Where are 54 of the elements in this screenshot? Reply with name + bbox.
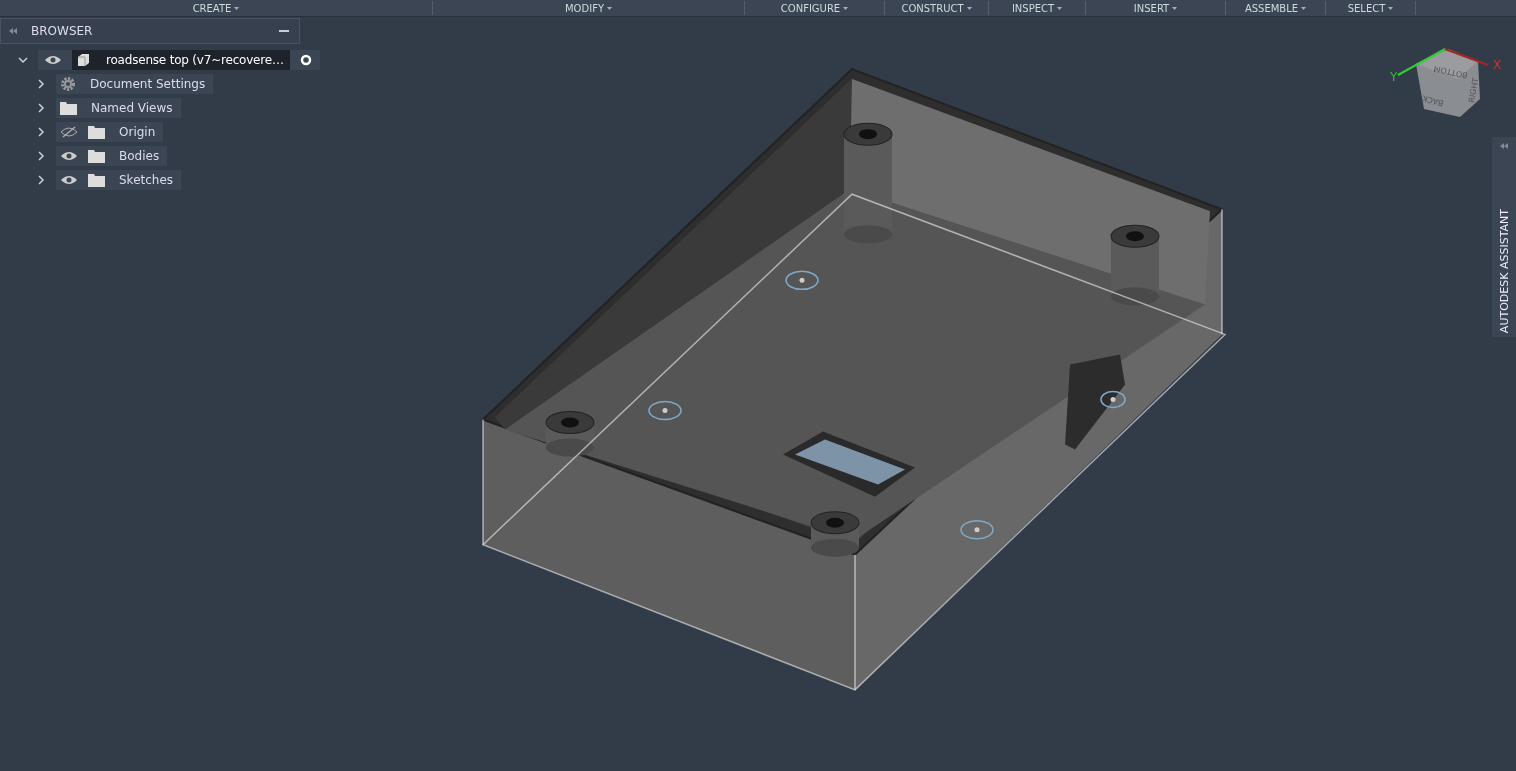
tree-item-label: Document Settings: [89, 77, 206, 91]
chevron-icon[interactable]: [36, 175, 46, 185]
folder-icon: [88, 149, 105, 163]
toolbar-menu[interactable]: SELECT: [1326, 1, 1416, 15]
caret-icon: [1057, 6, 1063, 10]
chevron-icon[interactable]: [36, 151, 46, 161]
side-panel-title: AUTODESK ASSISTANT: [1497, 209, 1511, 334]
eye-icon[interactable]: [60, 150, 78, 162]
tree-item[interactable]: Sketches: [56, 170, 182, 190]
side-panel[interactable]: AUTODESK ASSISTANT: [1492, 137, 1516, 337]
toolbar-menu[interactable]: INSERT: [1086, 1, 1226, 15]
caret-icon: [1388, 6, 1394, 10]
toolbar-menu[interactable]: CONSTRUCT: [885, 1, 989, 15]
folder-icon: [60, 101, 77, 115]
y-axis-label: Y: [1390, 70, 1398, 84]
chevron-icon[interactable]: [36, 103, 46, 113]
tree-item[interactable]: Named Views: [56, 98, 181, 118]
collapse-icon[interactable]: [9, 28, 17, 34]
toolbar-menu[interactable]: ASSEMBLE: [1226, 1, 1326, 15]
tree-item-label: Bodies: [118, 149, 160, 163]
hidden-eye-icon[interactable]: [60, 126, 78, 138]
caret-icon: [966, 6, 972, 10]
tree-item[interactable]: Document Settings: [56, 74, 214, 94]
caret-icon: [1301, 6, 1307, 10]
tree-item[interactable]: Origin: [56, 122, 164, 142]
x-axis-line: [1444, 48, 1489, 66]
chevron-icon[interactable]: [36, 127, 46, 137]
cube-icon: [76, 53, 90, 67]
cube-face-label: BOTTOM: [1432, 63, 1469, 80]
caret-icon: [234, 6, 240, 10]
caret-icon: [1172, 6, 1178, 10]
expand-icon[interactable]: [1500, 143, 1508, 149]
folder-icon: [88, 125, 105, 139]
eye-icon[interactable]: [44, 54, 62, 66]
toolbar-menu[interactable]: CONFIGURE: [745, 1, 885, 15]
folder-icon: [88, 173, 105, 187]
component-label: roadsense top (v7~recovere…: [72, 50, 290, 70]
toolbar-menu[interactable]: CREATE: [0, 1, 433, 15]
tree-item[interactable]: roadsense top (v7~recovere…: [38, 50, 320, 70]
panel-title: BROWSER: [31, 24, 94, 38]
tree-item-label: Named Views: [90, 101, 173, 115]
chevron-icon[interactable]: [18, 55, 28, 65]
tree-item-label: Sketches: [118, 173, 174, 187]
toolbar-menu[interactable]: MODIFY: [433, 1, 745, 15]
chevron-icon[interactable]: [36, 79, 46, 89]
x-axis-label: X: [1493, 58, 1502, 72]
eye-icon[interactable]: [60, 174, 78, 186]
gear-icon: [60, 76, 76, 92]
tree-item-label: Origin: [118, 125, 156, 139]
radio-icon[interactable]: [299, 54, 312, 66]
caret-icon: [607, 6, 612, 10]
tree-item[interactable]: Bodies: [56, 146, 168, 166]
caret-icon: [843, 6, 849, 10]
toolbar-menu[interactable]: INSPECT: [989, 1, 1086, 15]
